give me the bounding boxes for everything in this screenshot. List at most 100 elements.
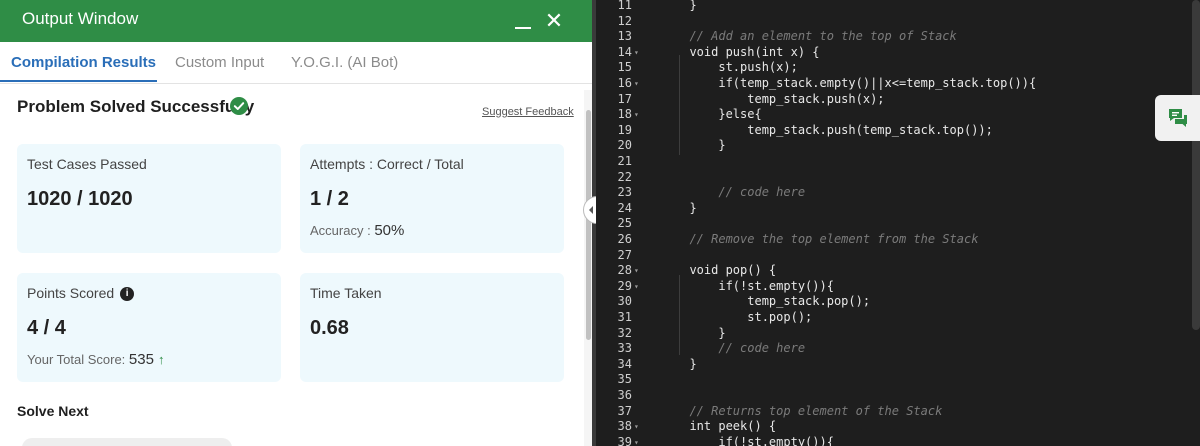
code-line: } — [675, 356, 697, 371]
attempts-card: Attempts : Correct / Total 1 / 2 Accurac… — [300, 144, 564, 253]
fold-arrow-icon[interactable]: ▾ — [634, 419, 639, 435]
code-line: } — [675, 0, 697, 12]
line-number: 27 — [617, 247, 632, 262]
test-cases-value: 1020 / 1020 — [27, 188, 133, 210]
points-card: Points Scored i 4 / 4 Your Total Score: 5… — [17, 273, 281, 382]
code-line: // code here — [675, 341, 806, 356]
line-number-gutter: 11 12 13 14 ▾ 15 16 ▾ 17 18 ▾ 19 20 21 22 23 24 25 26 27 28 ▾… — [596, 0, 642, 446]
tab-compilation-results[interactable]: Compilation Results — [11, 54, 156, 71]
code-line: // code here — [675, 185, 806, 200]
close-icon[interactable]: ✕ — [543, 10, 565, 32]
arrow-up-icon: ↑ — [157, 352, 165, 367]
line-number: 11 — [617, 0, 632, 12]
attempts-label: Attempts : Correct / Total — [310, 156, 464, 172]
window-title: Output Window — [22, 9, 139, 28]
line-number: 16 — [617, 76, 632, 90]
scrollbar-thumb[interactable] — [586, 110, 591, 340]
time-label: Time Taken — [310, 285, 382, 301]
line-number: 23 — [617, 185, 632, 200]
solve-next-heading: Solve Next — [17, 403, 89, 419]
line-number: 22 — [617, 169, 632, 184]
code-line: }else{ — [675, 107, 762, 122]
line-number: 14 — [617, 44, 632, 59]
fold-arrow-icon[interactable]: ▾ — [634, 435, 639, 446]
line-number: 33 — [617, 341, 632, 356]
line-number: 31 — [617, 310, 632, 324]
info-icon[interactable]: i — [120, 287, 135, 302]
attempts-value: 1 / 2 — [310, 188, 349, 210]
code-line: int peek() { — [675, 419, 777, 434]
line-number: 32 — [617, 325, 632, 340]
minimize-icon[interactable] — [511, 10, 535, 32]
code-line: st.push(x); — [675, 60, 798, 75]
total-score-label: Your Total Score: — [27, 352, 126, 367]
total-score-row: Your Total Score: 535 ↑ — [27, 351, 164, 368]
output-window: Output Window ✕ Compilation Results Cust… — [0, 0, 592, 446]
test-cases-label: Test Cases Passed — [27, 156, 147, 172]
code-line: temp_stack.push(temp_stack.top()); — [675, 122, 993, 137]
chat-icon[interactable] — [1155, 95, 1200, 141]
code-editor[interactable]: 11 12 13 14 ▾ 15 16 ▾ 17 18 ▾ 19 20 21 22 23 24 25 26 27 28 ▾… — [596, 0, 1200, 446]
time-value: 0.68 — [310, 317, 349, 339]
code-line: if(!st.empty()){ — [675, 434, 834, 446]
accuracy-row: Accuracy : 50% — [310, 222, 404, 239]
test-cases-card: Test Cases Passed 1020 / 1020 — [17, 144, 281, 253]
results-tabs: Compilation Results Custom Input Y.O.G.I… — [0, 42, 592, 84]
code-line: if(temp_stack.empty()||x<=temp_stack.top… — [675, 76, 1037, 90]
code-line: // Add an element to the top of Stack — [675, 29, 957, 44]
line-number: 19 — [617, 122, 632, 137]
output-window-titlebar: Output Window ✕ — [0, 0, 592, 42]
indent-guide — [679, 55, 680, 155]
line-number: 37 — [617, 403, 632, 418]
line-number: 38 — [617, 419, 632, 434]
line-number: 39 — [617, 434, 632, 446]
result-title: Problem Solved Successfully — [17, 97, 255, 116]
points-label-row: Points Scored i — [27, 285, 135, 302]
line-number: 28 — [617, 263, 632, 278]
solve-next-item[interactable] — [22, 438, 232, 446]
code-line: // Returns top element of the Stack — [675, 403, 943, 418]
fold-arrow-icon[interactable]: ▾ — [634, 107, 639, 123]
points-label: Points Scored — [27, 285, 115, 301]
code-line: } — [675, 138, 726, 153]
line-number: 36 — [617, 388, 632, 402]
code-line: // Remove the top element from the Stack — [675, 232, 979, 246]
line-number: 30 — [617, 294, 632, 309]
line-number: 12 — [617, 13, 632, 28]
code-line: void pop() { — [675, 263, 777, 278]
line-number: 15 — [617, 60, 632, 75]
time-card: Time Taken 0.68 — [300, 273, 564, 382]
total-score-value: 535 — [128, 351, 154, 368]
code-line: } — [675, 200, 697, 215]
line-number: 25 — [617, 216, 632, 231]
editor-scrollbar[interactable] — [1192, 0, 1200, 330]
tab-custom-input[interactable]: Custom Input — [175, 54, 264, 71]
tab-yogi-ai-bot[interactable]: Y.O.G.I. (AI Bot) — [291, 54, 398, 71]
line-number: 21 — [617, 154, 632, 168]
line-number: 29 — [617, 278, 632, 293]
fold-arrow-icon[interactable]: ▾ — [634, 45, 639, 61]
line-number: 17 — [617, 91, 632, 106]
fold-arrow-icon[interactable]: ▾ — [634, 279, 639, 295]
code-line: temp_stack.pop(); — [675, 294, 871, 309]
fold-arrow-icon[interactable]: ▾ — [634, 76, 639, 92]
line-number: 34 — [617, 356, 632, 371]
code-line: void push(int x) { — [675, 44, 820, 59]
code-line: temp_stack.push(x); — [675, 91, 885, 106]
accuracy-value: 50% — [374, 222, 405, 239]
check-circle-icon — [230, 97, 248, 115]
fold-arrow-icon[interactable]: ▾ — [634, 263, 639, 279]
suggest-feedback-link[interactable]: Suggest Feedback — [482, 106, 574, 118]
code-line: } — [675, 325, 726, 340]
line-number: 24 — [617, 200, 632, 215]
accuracy-label: Accuracy : — [310, 223, 371, 238]
code-line: st.pop(); — [675, 310, 813, 324]
code-line: if(!st.empty()){ — [675, 278, 834, 293]
points-value: 4 / 4 — [27, 317, 66, 339]
active-tab-indicator — [0, 80, 157, 82]
line-number: 20 — [617, 138, 632, 153]
line-number: 13 — [617, 29, 632, 44]
line-number: 35 — [617, 372, 632, 387]
line-number: 26 — [617, 232, 632, 246]
line-number: 18 — [617, 107, 632, 122]
